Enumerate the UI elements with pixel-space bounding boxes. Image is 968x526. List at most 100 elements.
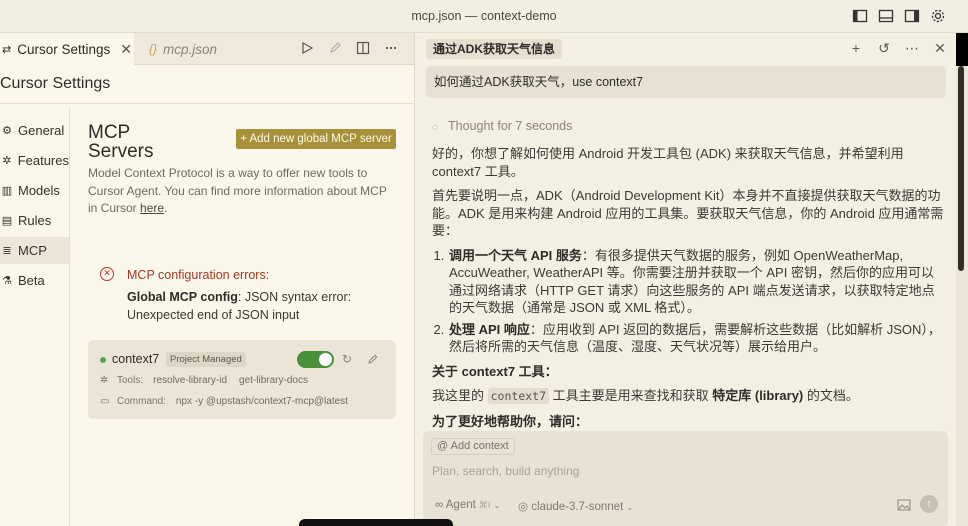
chat-scrollbar[interactable]	[956, 66, 968, 526]
title-bar: mcp.json — context-demo	[0, 0, 968, 33]
thought-text: Thought for 7 seconds	[448, 119, 573, 133]
inline-code: context7	[487, 388, 550, 404]
title-line: MCP	[88, 122, 131, 143]
toggle-knob	[319, 353, 332, 366]
model-selector[interactable]: ◎ claude-3.7-sonnet ⌄	[518, 499, 633, 513]
paragraph: 我这里的 context7 工具主要是用来查找和获取 特定库 (library)…	[432, 387, 944, 406]
chat-input[interactable]: Plan, search, build anything	[432, 464, 579, 478]
error-message: Global MCP config: JSON syntax error: Un…	[127, 289, 367, 324]
toggle-secondary-sidebar-icon[interactable]	[904, 8, 920, 24]
scrollbar-thumb[interactable]	[958, 66, 964, 271]
settings-gear-icon[interactable]	[930, 8, 946, 24]
add-mcp-server-button[interactable]: + Add new global MCP server	[236, 129, 396, 149]
error-title: MCP configuration errors:	[127, 268, 270, 282]
nav-label: Models	[18, 183, 60, 198]
settings-heading: Cursor Settings	[0, 75, 111, 92]
add-context-label: Add context	[450, 440, 509, 452]
chat-composer: @ Add context Plan, search, build anythi…	[423, 431, 948, 526]
bar-chart-icon: ▥	[1, 185, 13, 197]
title-line: Servers	[88, 141, 154, 162]
nav-label: General	[18, 123, 65, 138]
nav-label: Rules	[18, 213, 52, 228]
text: 工具主要是用来查找和获取	[549, 388, 713, 403]
description-end: .	[164, 201, 168, 215]
chat-tab-title[interactable]: 通过ADK获取天气信息	[426, 39, 562, 59]
tab-cursor-settings[interactable]: ⇄ Cursor Settings ✕	[0, 33, 134, 65]
user-message[interactable]: 如何通过ADK获取天气，use context7	[426, 66, 946, 98]
thought-indicator[interactable]: ◌ Thought for 7 seconds	[432, 119, 572, 133]
mcp-server-card: context7 Project Managed ↻ ✲ Tools: reso…	[88, 340, 396, 419]
section-heading: 为了更好地帮助你，请问：	[432, 413, 944, 431]
edit-icon[interactable]	[367, 352, 379, 364]
tab-label: Cursor Settings	[17, 41, 111, 57]
tools-icon: ✲	[100, 375, 109, 386]
nav-label: Features	[17, 153, 69, 168]
tools-label: Tools:	[117, 375, 144, 386]
tool-item: get-library-docs	[239, 375, 308, 386]
chevron-down-icon: ⌄	[626, 503, 634, 512]
chat-panel: 通过ADK获取天气信息 + ↺ ⋯ ✕ 如何通过ADK获取天气，use cont…	[414, 33, 956, 526]
description-text: Model Context Protocol is a way to offer…	[88, 166, 387, 215]
overlay-bar	[299, 519, 453, 526]
nav-item-features[interactable]: ✲ Features	[0, 147, 69, 174]
refresh-icon[interactable]: ↻	[342, 352, 352, 366]
more-actions-icon[interactable]	[384, 41, 398, 55]
agent-label: Agent	[445, 499, 476, 511]
text: 我这里的	[432, 388, 488, 403]
agent-shortcut: ⌘I	[478, 500, 491, 510]
json-file-icon: {}	[149, 42, 158, 56]
server-tools-row: ✲ Tools: resolve-library-id get-library-…	[100, 375, 320, 386]
run-icon[interactable]	[300, 41, 314, 55]
tool-item: resolve-library-id	[153, 375, 228, 386]
nav-label: Beta	[18, 273, 45, 288]
heading-text: 关于 context7 工具：	[432, 363, 558, 379]
tab-mcp-json[interactable]: {} mcp.json	[149, 33, 217, 65]
heading-text: 为了更好地帮助你，请问：	[432, 413, 589, 429]
history-icon[interactable]: ↺	[877, 41, 891, 55]
toggle-primary-sidebar-icon[interactable]	[852, 8, 868, 24]
mcp-servers-title: MCP Servers	[88, 123, 153, 161]
editor-tab-bar: ⇄ Cursor Settings ✕ {} mcp.json	[0, 33, 414, 65]
nav-item-beta[interactable]: ⚗ Beta	[0, 267, 69, 294]
mcp-description: Model Context Protocol is a way to offer…	[88, 165, 398, 218]
numbered-list: 调用一个天气 API 服务：有很多提供天气数据的服务，例如 OpenWeathe…	[448, 247, 944, 356]
list-item: 处理 API 响应：应用收到 API 返回的数据后，需要解析这些数据（比如解析 …	[448, 321, 944, 356]
edit-icon[interactable]	[328, 41, 342, 55]
paragraph: 好的，你想了解如何使用 Android 开发工具包 (ADK) 来获取天气信息，…	[432, 146, 904, 179]
nav-label: MCP	[18, 243, 47, 258]
command-label: Command:	[117, 396, 166, 407]
close-icon[interactable]: ✕	[120, 41, 132, 58]
close-icon[interactable]: ✕	[933, 41, 947, 55]
infinity-icon: ∞	[435, 499, 444, 511]
assistant-message: 好的，你想了解如何使用 Android 开发工具包 (ADK) 来获取天气信息，…	[432, 145, 944, 437]
send-button[interactable]: ↑	[920, 495, 938, 513]
list-item: 调用一个天气 API 服务：有很多提供天气数据的服务，例如 OpenWeathe…	[448, 247, 944, 317]
add-context-button[interactable]: @ Add context	[431, 438, 515, 455]
image-upload-icon[interactable]	[897, 498, 911, 511]
nav-item-general[interactable]: ⚙ General	[0, 117, 69, 144]
flask-icon: ⚗	[2, 275, 12, 287]
server-name: context7	[112, 352, 160, 366]
server-command-row: ▭ Command: npx -y @upstash/context7-mcp@…	[100, 396, 360, 407]
status-dot	[100, 357, 106, 363]
agent-mode-selector[interactable]: ∞ Agent ⌘I ⌄	[435, 499, 500, 511]
nav-item-rules[interactable]: ▤ Rules	[0, 207, 69, 234]
gear-icon: ⚙	[2, 125, 12, 137]
thought-icon: ◌	[432, 122, 438, 133]
toggle-panel-icon[interactable]	[878, 8, 894, 24]
bold-text: 特定库 (library)	[712, 388, 804, 403]
project-managed-badge: Project Managed	[166, 352, 246, 367]
server-enabled-toggle[interactable]	[297, 351, 334, 368]
docs-link[interactable]: here	[140, 201, 164, 215]
server-icon: ≣	[2, 245, 12, 257]
nav-item-models[interactable]: ▥ Models	[0, 177, 69, 204]
nav-item-mcp[interactable]: ≣ MCP	[0, 237, 69, 264]
window-title: mcp.json — context-demo	[411, 9, 557, 23]
new-chat-icon[interactable]: +	[849, 41, 863, 55]
chat-header: 通过ADK获取天气信息 + ↺ ⋯ ✕	[415, 33, 957, 65]
split-editor-icon[interactable]	[356, 41, 370, 55]
error-icon: ✕	[100, 267, 114, 281]
model-label: claude-3.7-sonnet	[531, 501, 624, 513]
section-heading: 关于 context7 工具：	[432, 363, 944, 381]
more-options-icon[interactable]: ⋯	[905, 41, 919, 55]
